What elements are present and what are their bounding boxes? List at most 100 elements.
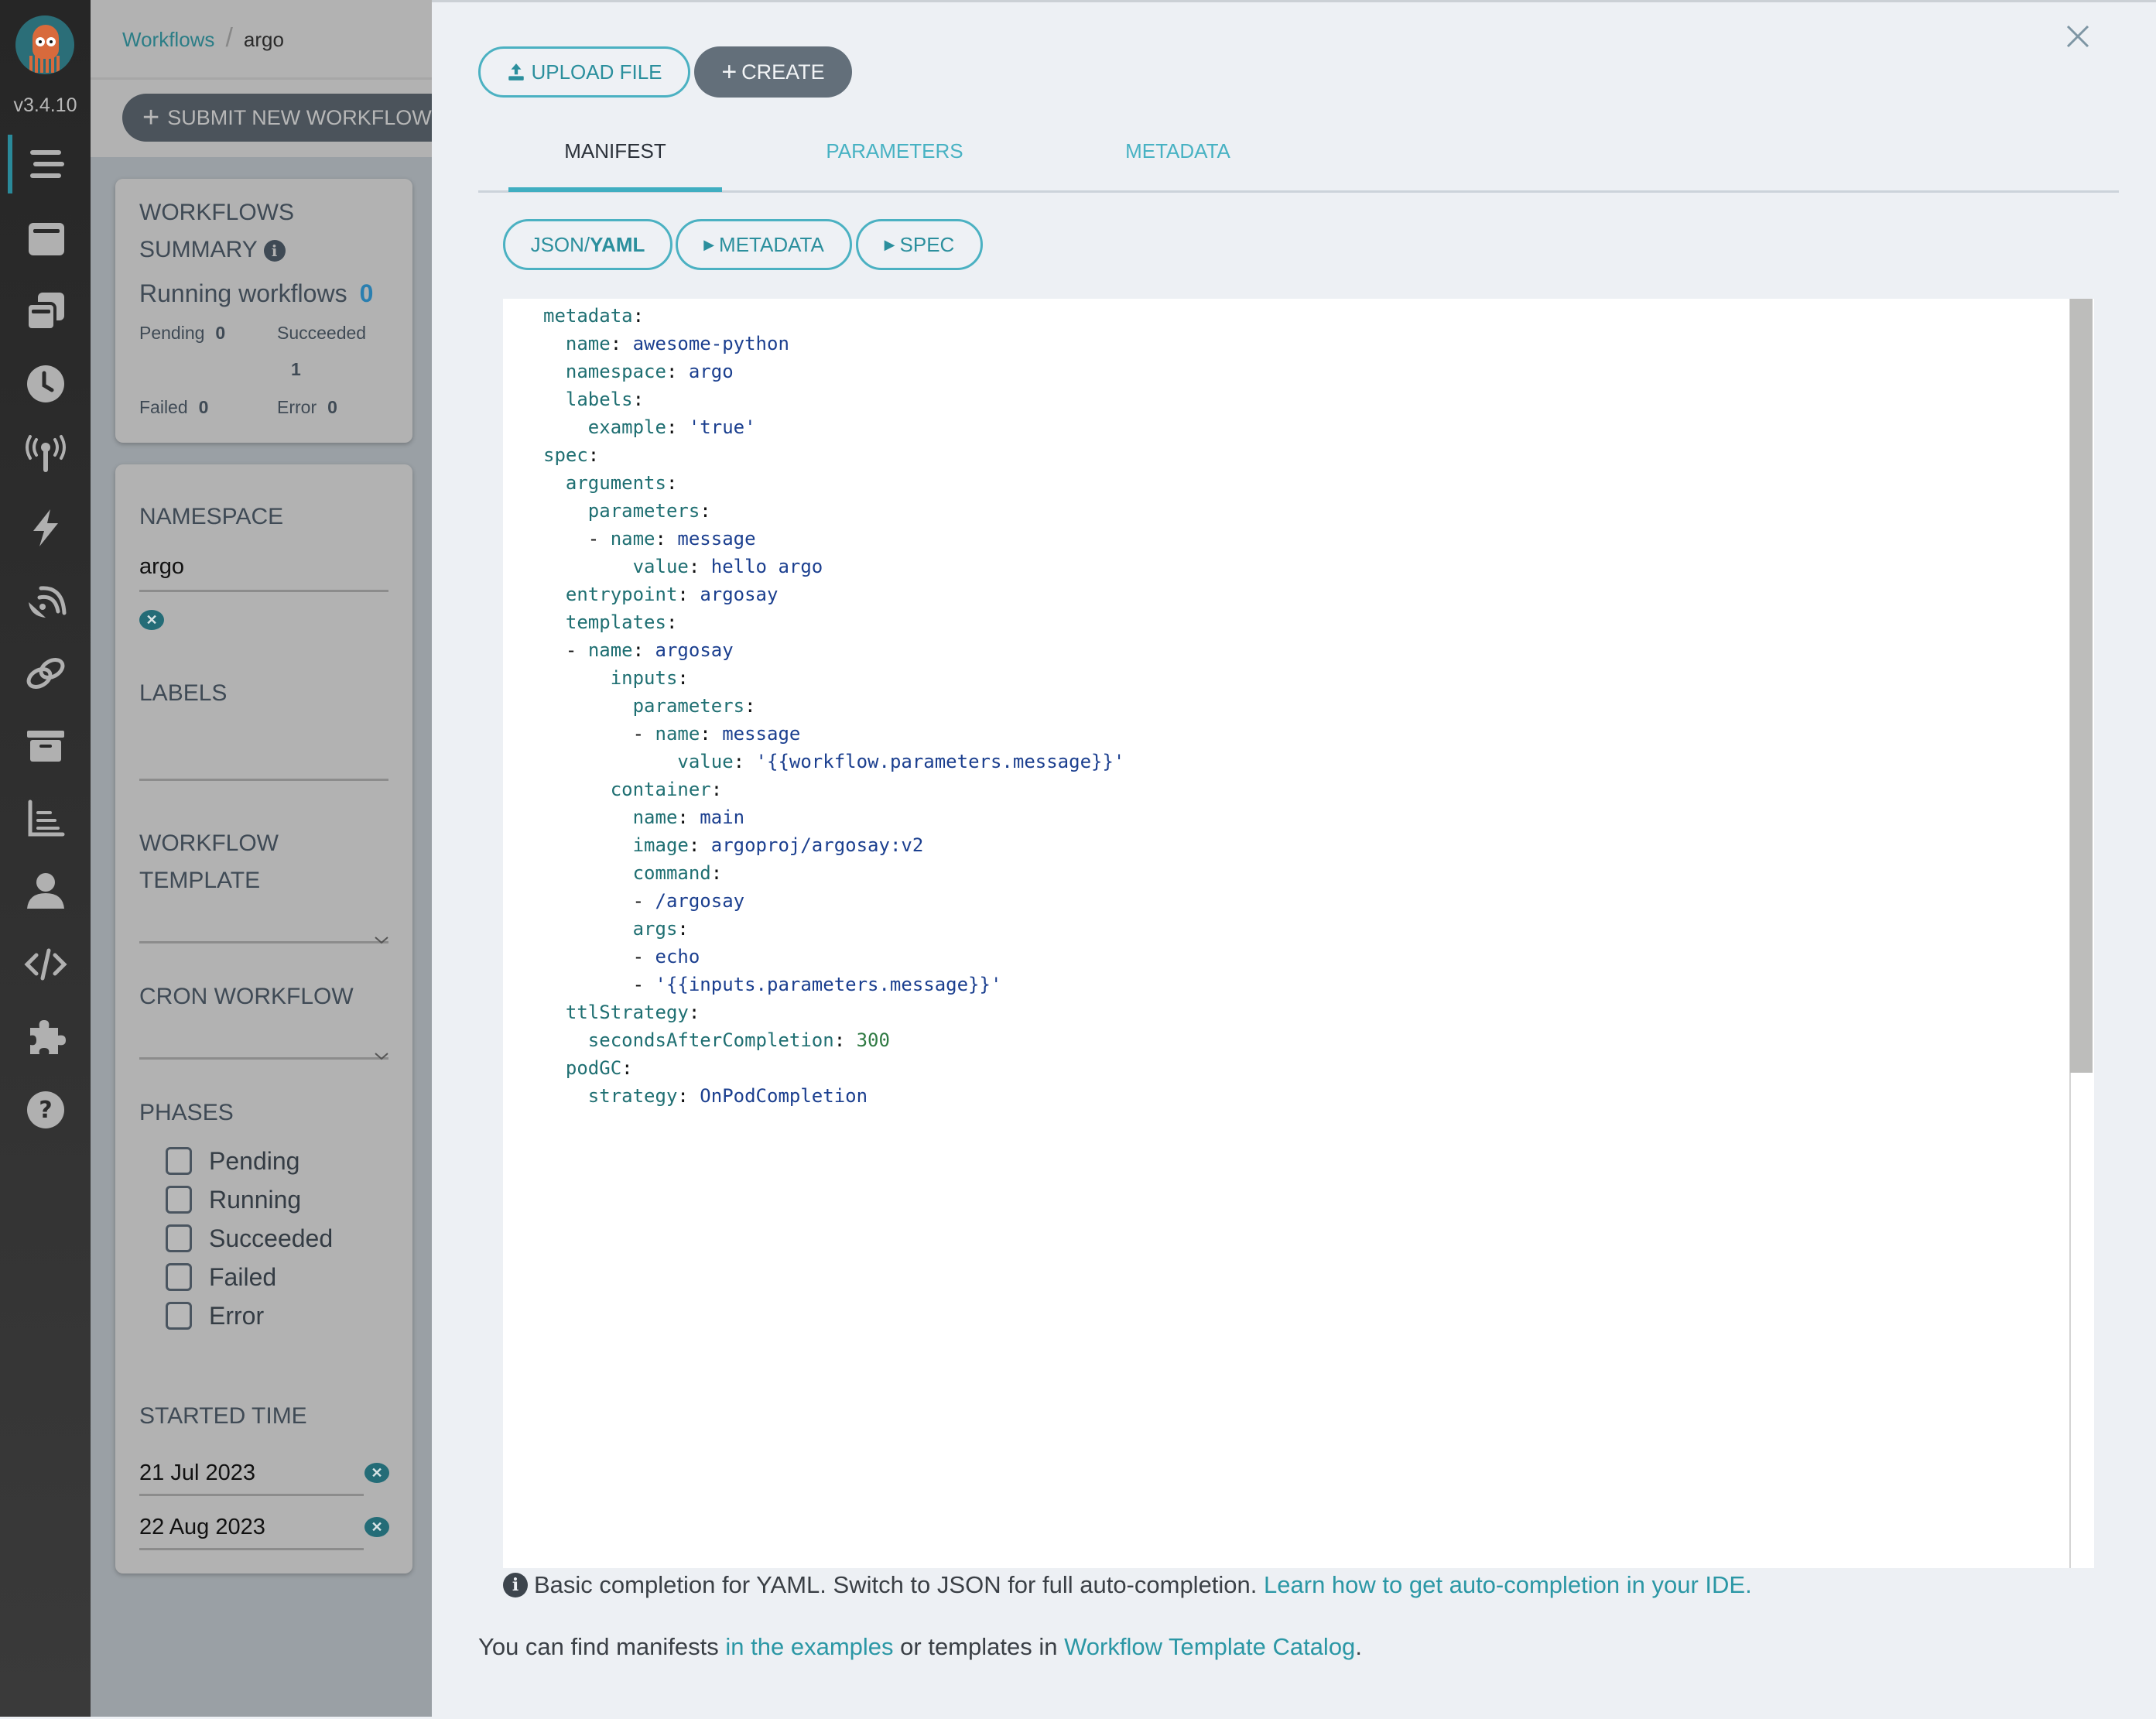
nav-cron-workflows[interactable]: [0, 353, 91, 415]
phase-checkbox-error[interactable]: Error: [166, 1300, 264, 1331]
labels-input[interactable]: [139, 743, 388, 781]
checkbox[interactable]: [166, 1186, 192, 1214]
spec-toggle-button[interactable]: ▶ SPEC: [856, 219, 983, 270]
phase-checkbox-failed[interactable]: Failed: [166, 1262, 276, 1293]
json-label: JSON/: [530, 232, 590, 256]
code-line[interactable]: example: 'true': [543, 413, 1124, 441]
tab-metadata[interactable]: METADATA: [1071, 139, 1285, 163]
nav-user[interactable]: [0, 861, 91, 923]
wt-line2: TEMPLATE: [139, 868, 261, 893]
code-line[interactable]: strategy: OnPodCompletion: [543, 1082, 1124, 1110]
yaml-value: argo: [688, 361, 734, 382]
code-line[interactable]: - name: message: [543, 720, 1124, 748]
phase-checkbox-running[interactable]: Running: [166, 1184, 301, 1215]
tab-parameters[interactable]: PARAMETERS: [788, 139, 1001, 163]
editor-code[interactable]: metadata: name: awesome-python namespace…: [543, 302, 1124, 1110]
nav-sensors[interactable]: [0, 497, 91, 559]
manifest-editor[interactable]: metadata: name: awesome-python namespace…: [503, 299, 2093, 1568]
succeeded-stat: Succeeded: [277, 323, 366, 344]
nav-api-docs[interactable]: [0, 933, 91, 995]
checkbox[interactable]: [166, 1224, 192, 1252]
clear-started-from-icon[interactable]: ✕: [364, 1463, 389, 1483]
puzzle-icon: [29, 1020, 66, 1054]
checkbox[interactable]: [166, 1302, 192, 1330]
tab-manifest[interactable]: MANIFEST: [508, 139, 722, 163]
template-catalog-link[interactable]: Workflow Template Catalog: [1064, 1633, 1355, 1660]
yaml-value: echo: [655, 946, 700, 967]
checkbox[interactable]: [166, 1147, 192, 1175]
code-line[interactable]: name: awesome-python: [543, 330, 1124, 358]
code-line[interactable]: secondsAfterCompletion: 300: [543, 1026, 1124, 1054]
code-line[interactable]: entrypoint: argosay: [543, 580, 1124, 608]
code-line[interactable]: templates:: [543, 608, 1124, 636]
active-tab-indicator: [508, 187, 722, 192]
code-line[interactable]: value: hello argo: [543, 553, 1124, 580]
clear-namespace-icon[interactable]: ✕: [139, 610, 164, 630]
nav-reports[interactable]: [0, 788, 91, 850]
code-line[interactable]: - /argosay: [543, 887, 1124, 915]
yaml-value: argoproj/argosay:v2: [710, 834, 924, 856]
yaml-value: argosay: [655, 639, 734, 661]
code-line[interactable]: labels:: [543, 385, 1124, 413]
nav-workflow-templates[interactable]: [0, 207, 91, 269]
nav-workflows[interactable]: [0, 133, 91, 195]
hint-text: Basic completion for YAML. Switch to JSO…: [534, 1571, 1258, 1598]
code-line[interactable]: inputs:: [543, 664, 1124, 692]
code-line[interactable]: - name: argosay: [543, 636, 1124, 664]
workflow-template-select[interactable]: [139, 906, 388, 944]
submit-new-workflow-button[interactable]: + SUBMIT NEW WORKFLOW: [122, 94, 463, 142]
nav-help[interactable]: ?: [0, 1079, 91, 1141]
phase-checkbox-succeeded[interactable]: Succeeded: [166, 1223, 333, 1254]
summary-title: WORKFLOWS SUMMARY i: [139, 194, 294, 269]
breadcrumb-workflows-link[interactable]: Workflows: [122, 28, 214, 51]
metadata-toggle-button[interactable]: ▶ METADATA: [676, 219, 852, 270]
started-to-input[interactable]: 22 Aug 2023: [139, 1509, 364, 1550]
auto-completion-link[interactable]: Learn how to get auto-completion in your…: [1264, 1571, 1752, 1599]
plus-icon: +: [721, 57, 737, 87]
examples-link[interactable]: in the examples: [725, 1633, 893, 1660]
code-line[interactable]: value: '{{workflow.parameters.message}}': [543, 748, 1124, 776]
create-button[interactable]: + CREATE: [694, 46, 852, 98]
code-line[interactable]: arguments:: [543, 469, 1124, 497]
code-line[interactable]: podGC:: [543, 1054, 1124, 1082]
code-line[interactable]: - '{{inputs.parameters.message}}': [543, 971, 1124, 998]
nav-archived-workflows[interactable]: [0, 715, 91, 777]
code-line[interactable]: - name: message: [543, 525, 1124, 553]
code-line[interactable]: container:: [543, 776, 1124, 803]
code-line[interactable]: - echo: [543, 943, 1124, 971]
upload-file-button[interactable]: UPLOAD FILE: [478, 46, 690, 98]
code-line[interactable]: metadata:: [543, 302, 1124, 330]
filters-card: NAMESPACE argo ✕ LABELS WORKFLOW TEMPLATE…: [115, 464, 412, 1573]
argo-logo[interactable]: [15, 15, 74, 74]
code-line[interactable]: image: argoproj/argosay:v2: [543, 831, 1124, 859]
close-icon[interactable]: [2065, 23, 2091, 50]
code-line[interactable]: spec:: [543, 441, 1124, 469]
nav-plugins[interactable]: [0, 1006, 91, 1068]
code-line[interactable]: name: main: [543, 803, 1124, 831]
code-line[interactable]: ttlStrategy:: [543, 998, 1124, 1026]
editor-scrollbar-thumb[interactable]: [2070, 299, 2093, 1073]
nav-event-flow[interactable]: [0, 570, 91, 632]
code-line[interactable]: parameters:: [543, 497, 1124, 525]
phase-checkbox-pending[interactable]: Pending: [166, 1145, 299, 1176]
started-from-input[interactable]: 21 Jul 2023: [139, 1455, 364, 1496]
workflow-templates-icon: [28, 223, 64, 255]
chevron-down-icon: [375, 1053, 388, 1060]
info-icon[interactable]: i: [263, 240, 286, 262]
code-line[interactable]: args:: [543, 915, 1124, 943]
code-line[interactable]: command:: [543, 859, 1124, 887]
namespace-input[interactable]: argo: [139, 554, 388, 592]
nav-event-bus[interactable]: [0, 642, 91, 704]
cluster-workflow-templates-icon: [25, 293, 64, 331]
code-line[interactable]: parameters:: [543, 692, 1124, 720]
code-line[interactable]: namespace: argo: [543, 358, 1124, 385]
nav-event-sources[interactable]: [0, 424, 91, 486]
yaml-key: name: [632, 806, 678, 828]
checkbox[interactable]: [166, 1263, 192, 1291]
clear-started-to-icon[interactable]: ✕: [364, 1517, 389, 1537]
running-count: 0: [359, 279, 374, 307]
yaml-key: templates: [565, 611, 666, 633]
nav-cluster-workflow-templates[interactable]: [0, 280, 91, 342]
json-yaml-toggle-button[interactable]: JSON/YAML: [503, 219, 672, 270]
cron-workflow-select[interactable]: [139, 1022, 388, 1060]
